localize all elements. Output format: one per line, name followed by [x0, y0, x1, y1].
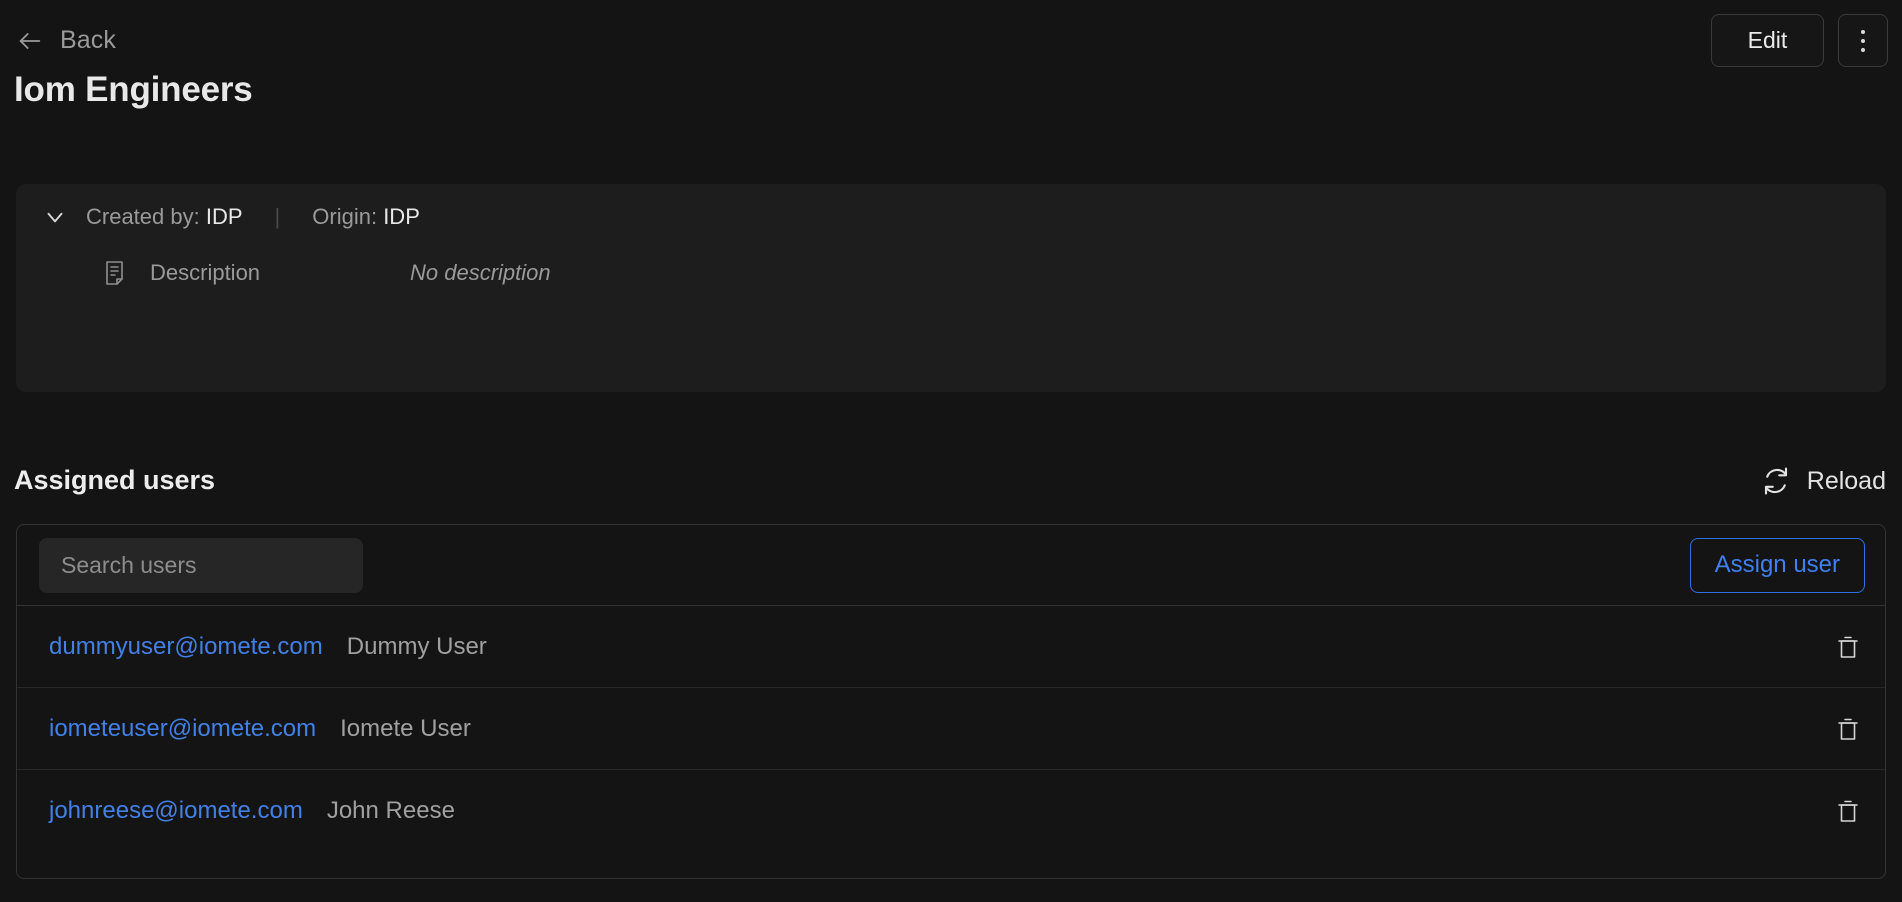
- group-info-header: Created by: IDP | Origin: IDP: [42, 204, 420, 230]
- chevron-down-icon[interactable]: [42, 204, 68, 230]
- top-actions: Edit: [1711, 14, 1888, 67]
- reload-label: Reload: [1806, 466, 1886, 495]
- group-info-card: Created by: IDP | Origin: IDP Descriptio…: [16, 184, 1886, 392]
- trash-icon: [1837, 716, 1859, 742]
- delete-user-button[interactable]: [1831, 794, 1865, 828]
- top-bar: Back Edit: [0, 0, 1902, 80]
- description-value: No description: [410, 260, 551, 285]
- table-row: johnreese@iomete.com John Reese: [17, 770, 1885, 852]
- meta-separator: |: [274, 204, 281, 229]
- user-full-name: Iomete User: [340, 714, 471, 742]
- edit-button[interactable]: Edit: [1711, 14, 1824, 67]
- trash-icon: [1837, 798, 1859, 824]
- origin-value: IDP: [383, 204, 420, 229]
- user-email-link[interactable]: dummyuser@iomete.com: [49, 633, 323, 661]
- back-button[interactable]: Back: [16, 26, 116, 55]
- search-users-input[interactable]: [39, 537, 363, 593]
- more-options-button[interactable]: [1838, 14, 1888, 67]
- assigned-users-table: Assign user dummyuser@iomete.com Dummy U…: [16, 524, 1886, 879]
- user-full-name: John Reese: [326, 797, 455, 824]
- more-vertical-icon-dot: [1861, 47, 1865, 52]
- reload-button[interactable]: Reload: [1761, 466, 1886, 496]
- assigned-users-title: Assigned users: [14, 465, 216, 495]
- group-detail-page: Back Edit Iom Engineers Created by: IDP: [0, 0, 1902, 902]
- refresh-icon: [1761, 466, 1791, 496]
- delete-user-button[interactable]: [1831, 712, 1865, 746]
- back-label: Back: [60, 26, 116, 54]
- assign-user-button[interactable]: Assign user: [1689, 537, 1865, 593]
- trash-icon: [1837, 634, 1859, 660]
- table-toolbar: Assign user: [17, 525, 1885, 606]
- origin-meta: Origin: IDP: [312, 204, 420, 230]
- table-row: iometeuser@iomete.com Iomete User: [17, 688, 1885, 770]
- user-email-link[interactable]: iometeuser@iomete.com: [49, 715, 316, 743]
- delete-user-button[interactable]: [1831, 630, 1865, 664]
- user-full-name: Dummy User: [346, 632, 487, 660]
- more-vertical-icon-dot: [1861, 38, 1865, 43]
- origin-label: Origin:: [312, 204, 378, 229]
- user-email-link[interactable]: johnreese@iomete.com: [49, 797, 303, 825]
- more-vertical-icon: [1861, 29, 1865, 34]
- description-label: Description: [150, 260, 261, 285]
- created-by-meta: Created by: IDP: [86, 204, 243, 230]
- created-by-label: Created by:: [86, 204, 200, 229]
- arrow-left-icon: [16, 27, 44, 55]
- page-title: Iom Engineers: [14, 70, 253, 109]
- table-row: dummyuser@iomete.com Dummy User: [17, 606, 1885, 688]
- document-text-icon: [104, 260, 128, 286]
- created-by-value: IDP: [205, 204, 243, 229]
- description-row: Description No description: [104, 260, 551, 286]
